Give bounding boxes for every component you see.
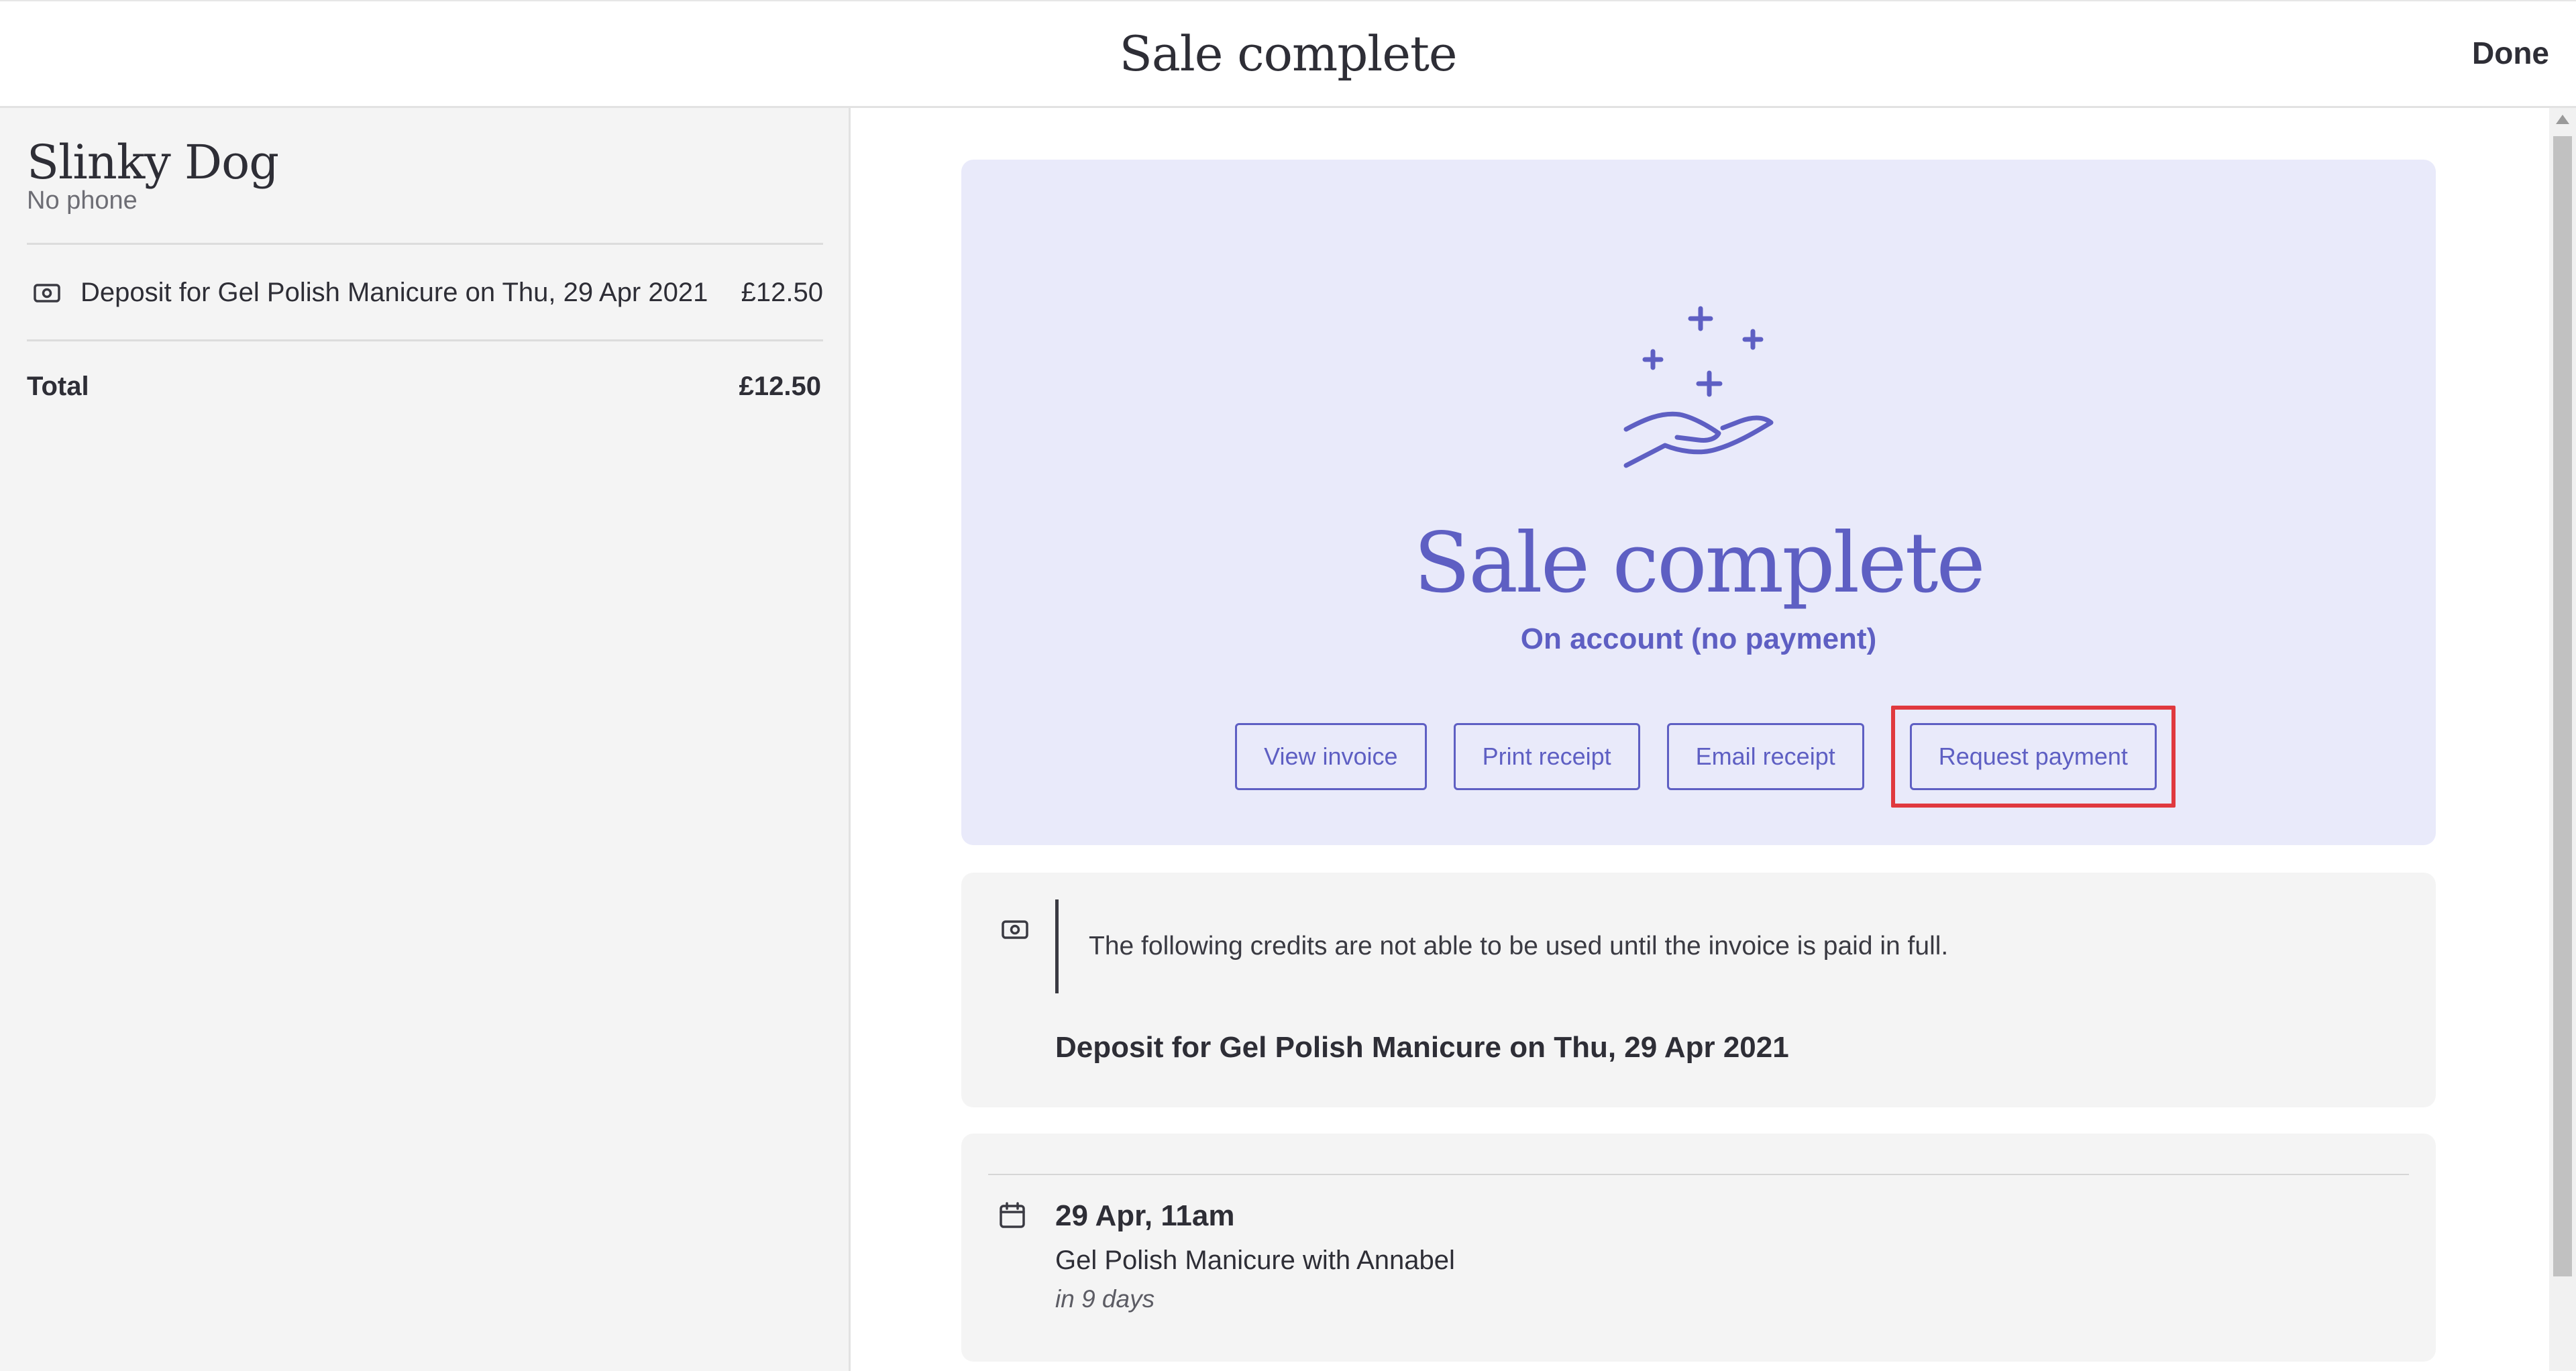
scroll-thumb[interactable] [2553,136,2572,1276]
cart-item-price: £12.50 [741,278,823,307]
divider [27,243,823,245]
total-label: Total [27,372,89,401]
view-invoice-button[interactable]: View invoice [1235,723,1427,790]
money-icon [34,284,60,303]
page-title: Sale complete [1119,25,1458,82]
top-bar: Sale complete Done [0,0,2576,108]
appointment-card[interactable]: 29 Apr, 11am Gel Polish Manicure with An… [961,1134,2436,1362]
calendar-icon [1000,1202,1025,1228]
sale-summary-panel: Slinky Dog No phone Deposit for Gel Poli… [0,108,851,1371]
client-phone: No phone [27,186,138,215]
divider [27,339,823,341]
receipt-actions: View invoice Print receipt Email receipt Re… [961,706,2436,808]
print-receipt-button[interactable]: Print receipt [1453,723,1640,790]
money-icon [1002,920,1028,939]
credit-item: Deposit for Gel Polish Manicure on Thu, … [1055,1031,1789,1064]
highlight-box: Request payment [1890,706,2176,808]
credits-card: The following credits are not able to be… [961,873,2436,1107]
payment-status: On account (no payment) [1520,622,1877,655]
sale-detail-panel: Sale complete On account (no payment) Vi… [853,108,2549,1371]
credits-note: The following credits are not able to be… [1089,932,1949,961]
scrollbar[interactable] [2549,108,2576,1371]
cart-item: Deposit for Gel Polish Manicure on Thu, … [27,274,823,321]
appointment-relative-time: in 9 days [1055,1285,1155,1313]
appointment-time: 29 Apr, 11am [1055,1199,1235,1232]
client-name[interactable]: Slinky Dog [27,135,279,190]
quote-bar [1055,899,1059,993]
divider [988,1174,2409,1175]
cart-item-label: Deposit for Gel Polish Manicure on Thu, … [80,278,708,307]
sale-complete-card: Sale complete On account (no payment) Vi… [961,160,2436,845]
scroll-up-arrow-icon[interactable] [2556,115,2569,124]
request-payment-button[interactable]: Request payment [1909,723,2157,790]
sale-complete-heading: Sale complete [1413,515,1986,612]
hand-sparkles-icon [1623,306,1774,468]
appointment-service: Gel Polish Manicure with Annabel [1055,1246,1455,1275]
email-receipt-button[interactable]: Email receipt [1666,723,1864,790]
total-value: £12.50 [739,372,821,401]
done-button[interactable]: Done [2472,35,2549,71]
